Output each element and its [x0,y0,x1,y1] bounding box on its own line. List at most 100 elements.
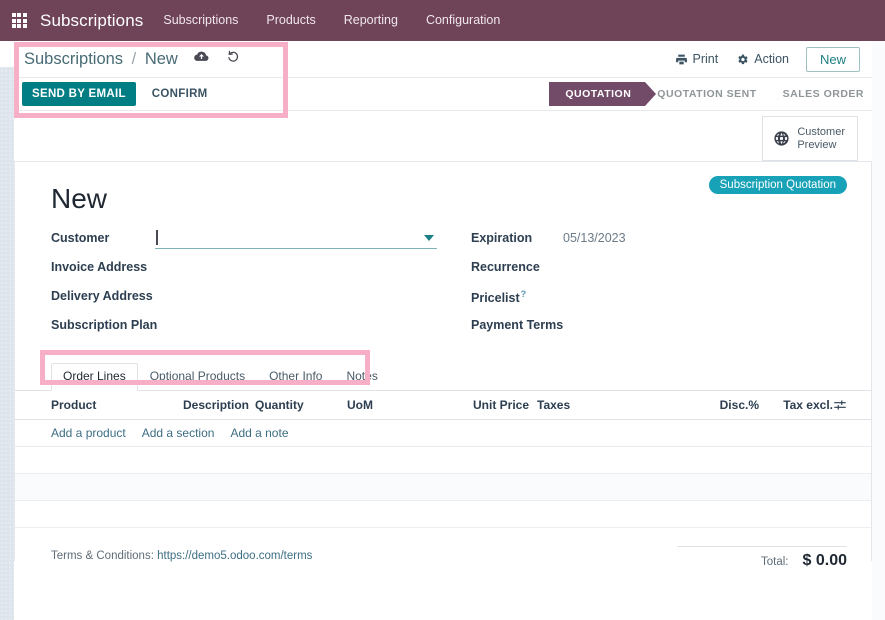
form-sheet: New Subscription Quotation Customer Invo… [14,161,872,569]
column-header-description: Description [183,397,250,412]
field-label-pricelist: Pricelist? [471,287,563,305]
breadcrumb-root[interactable]: Subscriptions [24,50,123,68]
breadcrumb: Subscriptions / New [14,49,241,69]
order-lines-table: Product Description Quantity UoM Unit Pr… [15,391,871,528]
print-label: Print [692,52,719,66]
column-header-taxes: Taxes [537,397,571,412]
sheet-footer: Terms & Conditions: https://demo5.odoo.c… [15,528,871,570]
statusbar: QUOTATION QUOTATION SENT SALES ORDER [549,82,872,106]
stage-chevron-icon [770,82,782,106]
field-label-expiration: Expiration [471,230,533,245]
pricelist-label-text: Pricelist [471,290,520,305]
field-label-recurrence: Recurrence [471,259,540,274]
field-label-invoice-address: Invoice Address [51,259,148,274]
odoo-subscriptions-form-view: Subscriptions Subscriptions Products Rep… [0,0,885,620]
terms-and-conditions: Terms & Conditions: https://demo5.odoo.c… [51,546,312,562]
left-gutter-top-mask [0,41,14,67]
customer-preview-line2: Preview [797,138,837,151]
breadcrumb-current: New [144,50,178,68]
total-value: $ 0.00 [802,551,847,569]
stage-label: QUOTATION SENT [657,88,757,100]
field-recurrence: Recurrence [471,258,847,287]
add-a-section-link[interactable]: Add a section [142,426,215,440]
customer-input[interactable] [155,229,437,249]
column-header-quantity: Quantity [255,397,304,412]
stage-label: QUOTATION [565,88,632,100]
status-badge[interactable]: Subscription Quotation [708,176,847,194]
app-brand-subscriptions[interactable]: Subscriptions [38,11,149,31]
column-header-unit-price: Unit Price [472,397,529,412]
total-row: Total: $ 0.00 [677,545,847,570]
undo-icon[interactable] [226,49,241,64]
column-header-uom: UoM [347,397,373,412]
customer-preview-label: Customer Preview [797,126,845,151]
form-fields: Customer Invoice Address Delivery Addres… [15,215,871,345]
navmenu-reporting[interactable]: Reporting [330,0,412,41]
tab-order-lines[interactable]: Order Lines [51,363,138,391]
customer-preview-line1: Customer [797,125,845,138]
smart-buttons-row: Customer Preview [14,116,872,161]
navmenu-configuration[interactable]: Configuration [412,0,514,41]
stage-label: SALES ORDER [782,88,864,100]
control-panel-actions: Print Action New [666,46,872,72]
breadcrumb-separator: / [131,50,137,68]
new-record-button[interactable]: New [805,46,860,72]
chevron-down-icon[interactable] [424,234,434,241]
field-customer: Customer [51,229,449,258]
gear-icon [736,53,749,66]
title-row: New Subscription Quotation [15,162,871,215]
globe-icon [773,130,790,147]
field-pricelist: Pricelist? [471,287,847,316]
top-navbar: Subscriptions Subscriptions Products Rep… [0,0,885,41]
print-button[interactable]: Print [666,48,728,70]
cloud-upload-icon[interactable] [194,49,209,64]
column-header-product: Product [51,397,97,412]
left-gutter [0,41,14,620]
table-row[interactable] [15,473,871,501]
text-cursor [156,229,158,245]
add-a-product-link[interactable]: Add a product [51,426,126,440]
stage-quotation[interactable]: QUOTATION [549,82,657,106]
add-a-note-link[interactable]: Add a note [230,426,288,440]
customer-preview-button[interactable]: Customer Preview [762,116,858,161]
send-by-email-button[interactable]: SEND BY EMAIL [22,82,136,106]
terms-url-link[interactable]: https://demo5.odoo.com/terms [157,550,312,562]
confirm-button[interactable]: CONFIRM [142,82,218,106]
terms-label: Terms & Conditions: [51,549,154,562]
right-gutter [872,41,885,620]
tab-other-info[interactable]: Other Info [257,363,334,390]
navmenu-subscriptions[interactable]: Subscriptions [149,0,252,41]
action-label: Action [754,52,789,66]
grid-apps-icon [11,13,27,28]
field-expiration: Expiration 05/13/2023 [471,229,847,258]
column-header-tax-excl: Tax excl. [783,397,833,412]
stage-chevron-icon [645,82,657,106]
totals-block: Total: $ 0.00 [677,545,847,570]
tab-notes[interactable]: Notes [334,363,389,390]
total-label: Total: [761,555,789,568]
help-tooltip-icon[interactable]: ? [521,289,527,299]
field-payment-terms: Payment Terms [471,316,847,345]
field-label-delivery-address: Delivery Address [51,288,153,303]
stage-quotation-sent[interactable]: QUOTATION SENT [645,82,782,106]
table-row[interactable] [15,446,871,474]
field-label-customer: Customer [51,230,110,245]
table-row[interactable] [15,500,871,528]
tab-optional-products[interactable]: Optional Products [138,363,257,390]
form-column-right: Expiration 05/13/2023 Recurrence Priceli… [449,229,847,345]
action-button[interactable]: Action [727,48,798,70]
field-label-subscription-plan: Subscription Plan [51,317,158,332]
field-value-expiration[interactable]: 05/13/2023 [563,229,626,245]
table-header-row: Product Description Quantity UoM Unit Pr… [15,391,871,420]
column-header-disc: Disc.% [719,397,759,412]
form-column-left: Customer Invoice Address Delivery Addres… [51,229,449,345]
field-label-payment-terms: Payment Terms [471,317,564,332]
add-line-row: Add a product Add a section Add a note [15,419,871,447]
notebook-tabs: Order Lines Optional Products Other Info… [15,363,871,391]
navmenu-products[interactable]: Products [252,0,329,41]
sliders-icon[interactable] [833,398,859,412]
apps-menu-button[interactable] [0,0,38,41]
stage-sales-order[interactable]: SALES ORDER [770,82,872,106]
control-panel-breadcrumb-row: Subscriptions / New Print Action New [14,41,872,78]
printer-icon [675,53,688,66]
